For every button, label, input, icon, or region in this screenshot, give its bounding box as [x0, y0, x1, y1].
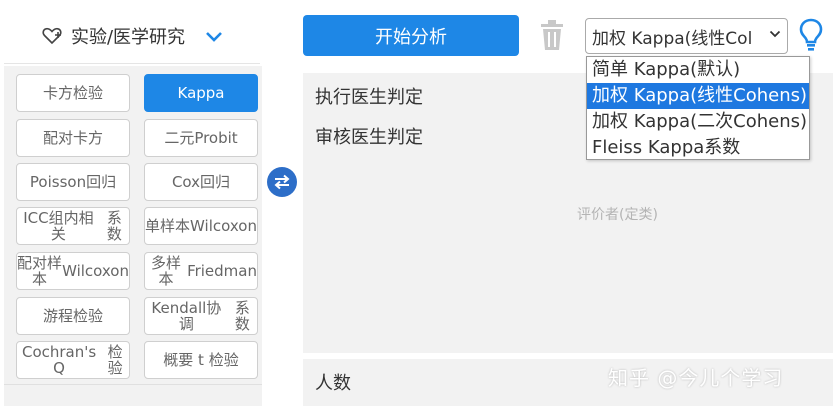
method-button[interactable]: 概要 t 检验	[144, 341, 258, 379]
category-title: 实验/医学研究	[70, 26, 186, 48]
dropdown-option[interactable]: 加权 Kappa(二次Cohens)	[587, 109, 809, 135]
left-bottom-strip	[4, 384, 262, 406]
field-count[interactable]: 人数	[315, 369, 351, 395]
chevron-down-icon[interactable]	[205, 24, 223, 48]
heart-plus-icon	[42, 27, 62, 44]
method-button[interactable]: ICC组内相关 系数	[16, 207, 130, 245]
swap-icon[interactable]	[267, 167, 297, 197]
method-button[interactable]: Kappa	[144, 74, 258, 112]
method-button[interactable]: 多样本 Friedman	[144, 252, 258, 290]
method-button[interactable]: 单样本 Wilcoxon	[144, 207, 258, 245]
caret-down-icon	[769, 27, 781, 43]
lightbulb-icon[interactable]	[798, 18, 824, 52]
dropdown-option[interactable]: Fleiss Kappa系数	[587, 135, 809, 161]
raters-placeholder: 评价者(定类)	[577, 207, 658, 223]
kappa-type-select[interactable]: 加权 Kappa(线性Col	[585, 18, 788, 54]
method-button[interactable]: Kendall协调 系数	[144, 297, 258, 335]
method-button[interactable]: 配对样本 Wilcoxon	[16, 252, 130, 290]
watermark: 知乎 @今儿个学习	[608, 366, 784, 390]
method-button[interactable]: 游程检验	[16, 297, 130, 335]
method-button[interactable]: 二元Probit	[144, 119, 258, 157]
dropdown-option[interactable]: 简单 Kappa(默认)	[587, 57, 809, 83]
trash-icon[interactable]	[538, 19, 566, 51]
method-button[interactable]: Poisson回归	[16, 163, 130, 201]
method-button[interactable]: Cochran's Q 检验	[16, 341, 130, 379]
method-button[interactable]: 卡方检验	[16, 74, 130, 112]
category-header[interactable]: 实验/医学研究	[4, 8, 260, 64]
dropdown-option[interactable]: 加权 Kappa(线性Cohens)	[587, 83, 809, 109]
kappa-type-dropdown: 简单 Kappa(默认) 加权 Kappa(线性Cohens) 加权 Kappa(二…	[586, 56, 810, 160]
method-button[interactable]: 配对卡方	[16, 119, 130, 157]
field-executing-doctor[interactable]: 执行医生判定	[315, 83, 423, 109]
field-reviewing-doctor[interactable]: 审核医生判定	[315, 123, 423, 149]
select-value: 加权 Kappa(线性Col	[592, 28, 753, 49]
method-list: 卡方检验 Kappa 配对卡方 二元Probit Poisson回归 Cox回归 ICC组内…	[4, 66, 262, 384]
start-analysis-button[interactable]: 开始分析	[303, 15, 519, 56]
method-button[interactable]: Cox回归	[144, 163, 258, 201]
